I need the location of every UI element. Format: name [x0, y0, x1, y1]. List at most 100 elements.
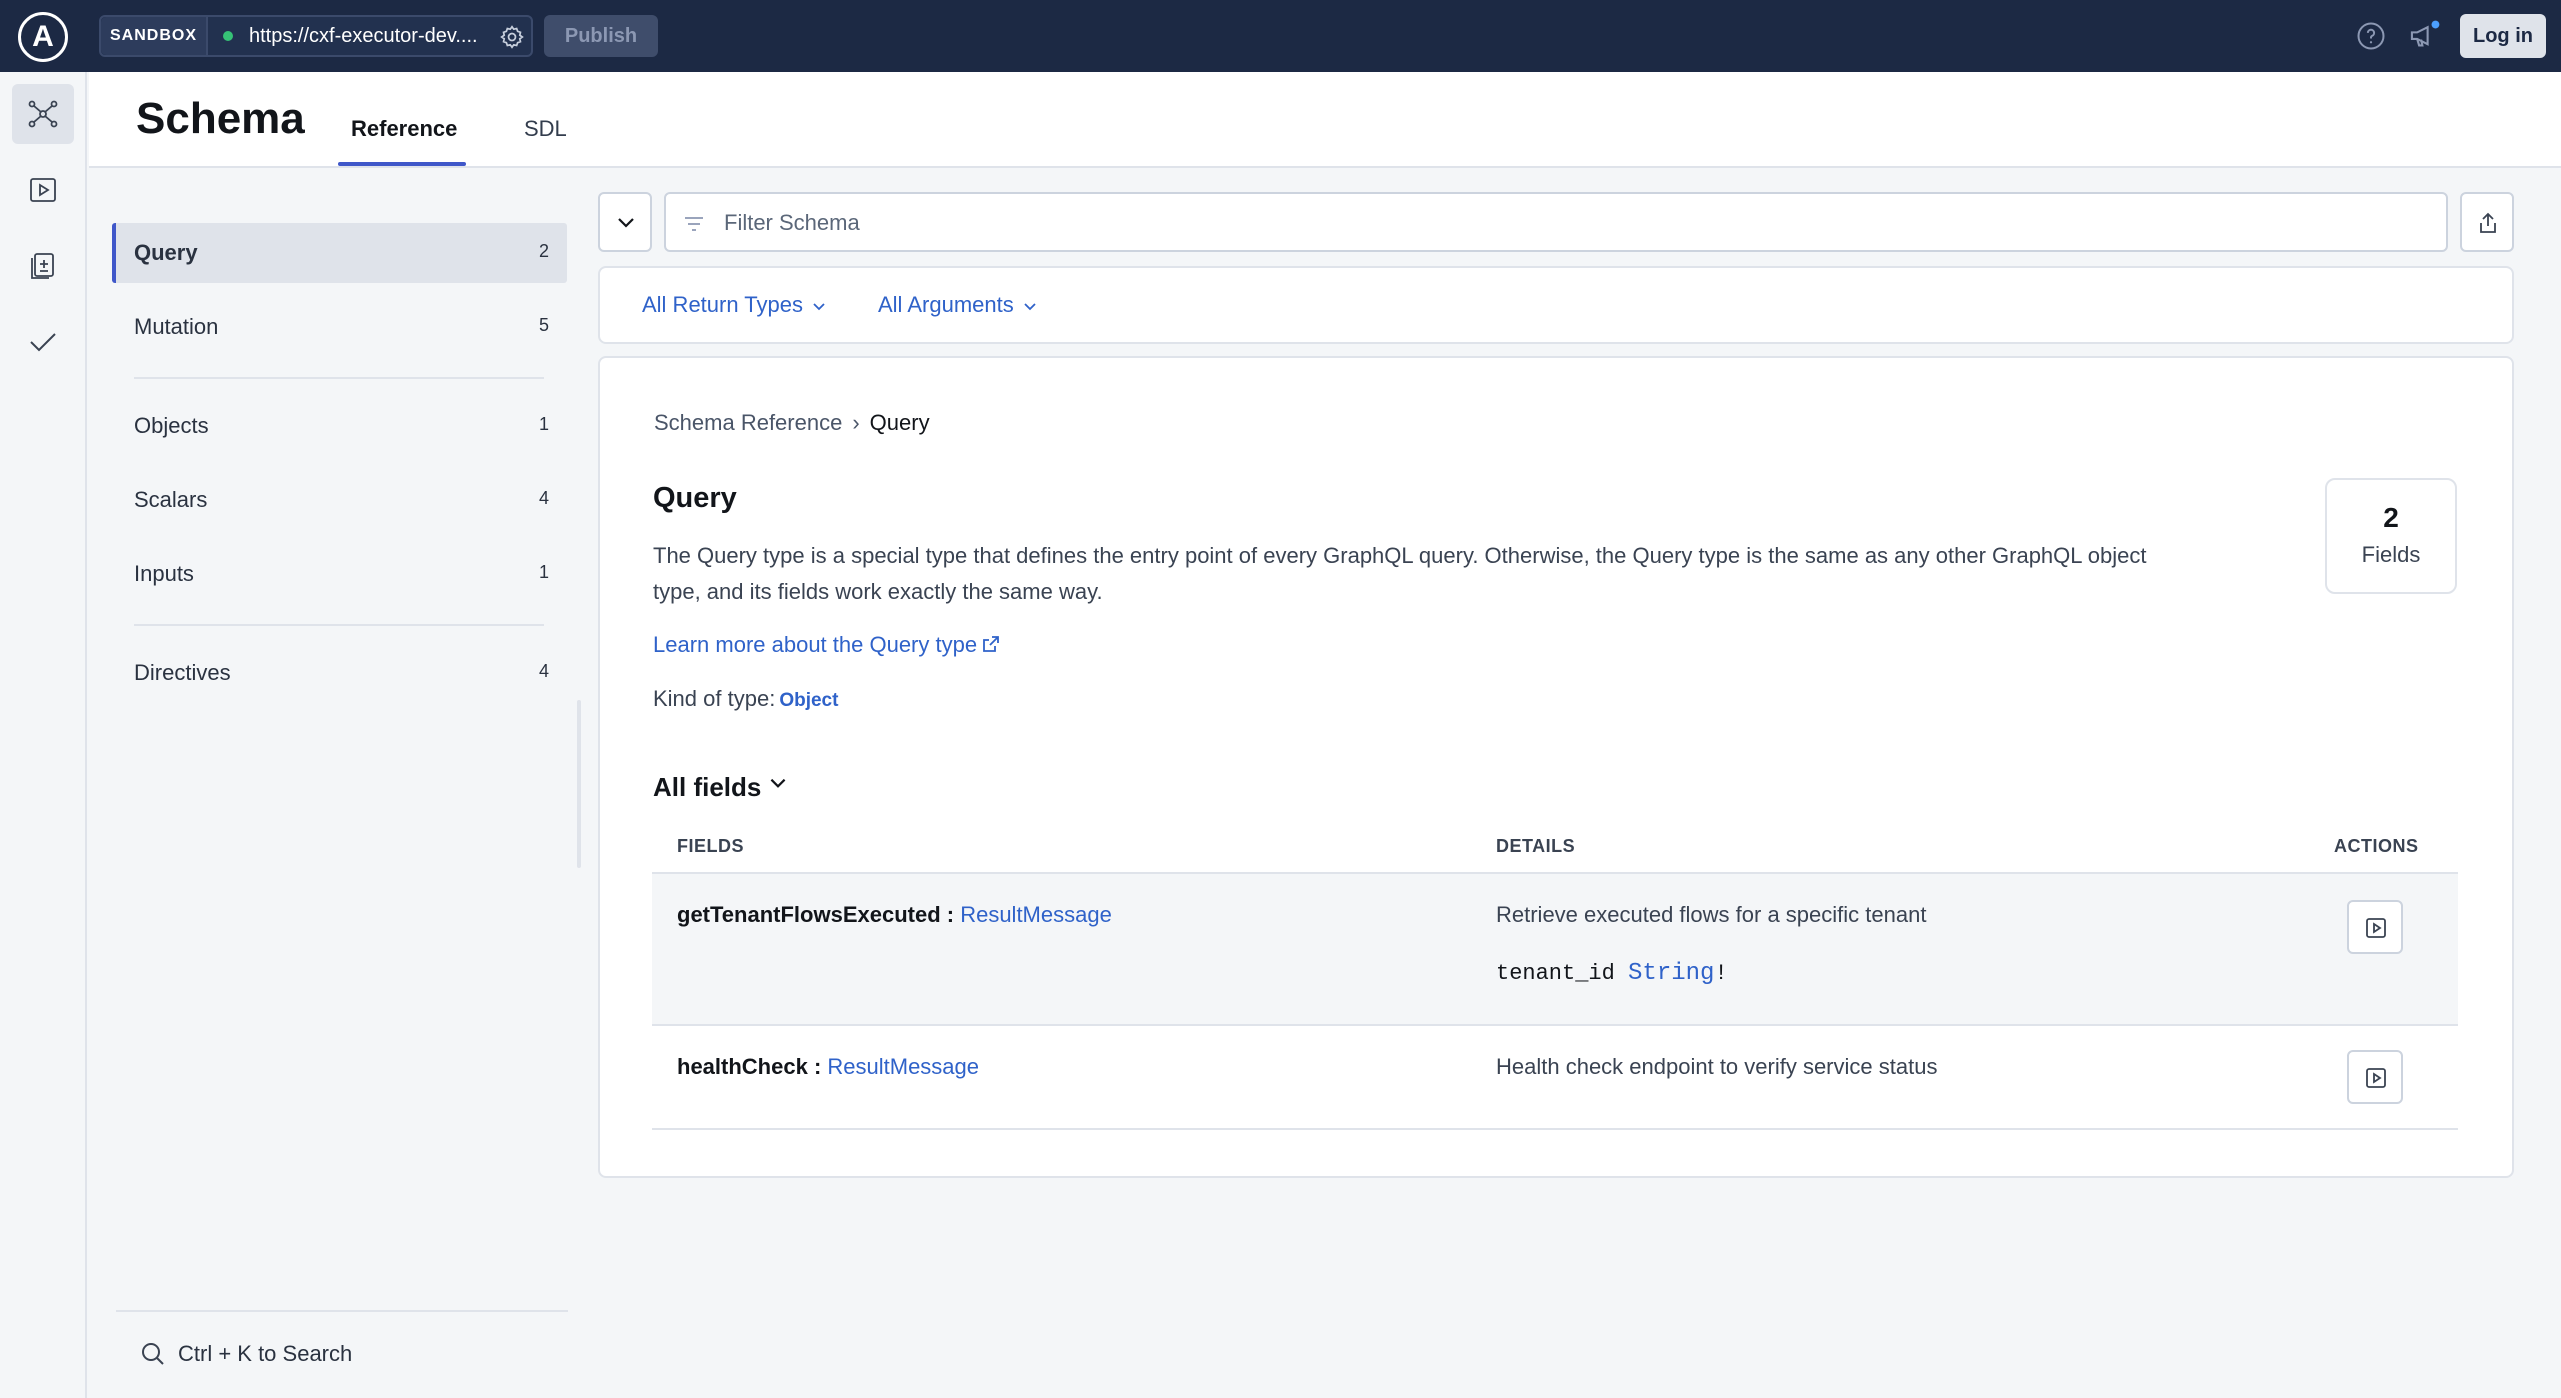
fields-count-badge: 2 Fields	[2325, 478, 2457, 594]
field-signature: getTenantFlowsExecuted : ResultMessage	[677, 902, 1112, 928]
arguments-dropdown[interactable]: All Arguments	[878, 292, 1038, 318]
learn-more-link[interactable]: Learn more about the Query type	[653, 632, 1001, 658]
help-icon[interactable]	[2356, 21, 2386, 51]
field-description: Retrieve executed flows for a specific t…	[1496, 902, 1927, 927]
table-row: healthCheck : ResultMessage Health check…	[652, 1026, 2458, 1130]
type-title: Query	[653, 482, 737, 514]
endpoint-url[interactable]: https://cxf-executor-dev....	[249, 17, 491, 55]
argument-name: tenant_id	[1496, 961, 1615, 986]
sidebar-item-mutation[interactable]: Mutation 5	[112, 297, 567, 357]
sidebar-scrollbar[interactable]	[577, 700, 581, 868]
connection-status-icon	[223, 31, 233, 41]
sidebar-item-count: 1	[538, 414, 549, 434]
field-return-type-link[interactable]: ResultMessage	[827, 1054, 979, 1079]
sidebar-item-label: Inputs	[134, 561, 194, 586]
sidebar-item-label: Scalars	[134, 487, 208, 512]
field-name: healthCheck	[677, 1054, 808, 1079]
return-types-dropdown[interactable]: All Return Types	[642, 292, 827, 318]
breadcrumb-current: Query	[869, 410, 930, 435]
sidebar-item-directives[interactable]: Directives 4	[112, 643, 567, 703]
page-title: Schema	[136, 94, 305, 143]
breadcrumb-root[interactable]: Schema Reference	[654, 410, 842, 435]
field-description: Health check endpoint to verify service …	[1496, 1054, 1938, 1079]
sidebar-divider	[116, 1310, 568, 1312]
login-button[interactable]: Log in	[2460, 14, 2546, 58]
sidebar-item-count: 2	[538, 241, 549, 261]
search-icon	[142, 1343, 164, 1365]
argument-type-link[interactable]: String	[1628, 960, 1714, 987]
field-separator: :	[807, 1054, 828, 1079]
argument-required-marker: !	[1714, 961, 1728, 986]
field-separator: :	[940, 902, 961, 927]
share-button[interactable]	[2460, 192, 2514, 252]
schema-icon	[28, 100, 58, 128]
sidebar-item-inputs[interactable]: Inputs 1	[112, 544, 567, 604]
sidebar-item-count: 4	[538, 661, 549, 681]
learn-more-text: Learn more about the Query type	[653, 632, 978, 657]
sidebar-item-scalars[interactable]: Scalars 4	[112, 470, 567, 530]
endpoint-selector[interactable]: SANDBOX https://cxf-executor-dev....	[99, 15, 533, 57]
return-types-label: All Return Types	[642, 292, 804, 317]
field-name: getTenantFlowsExecuted	[677, 902, 941, 927]
rail-schema-button[interactable]	[12, 84, 74, 144]
tab-sdl[interactable]: SDL	[524, 116, 567, 142]
play-icon	[30, 178, 56, 202]
kind-of-type: Kind of type: Object	[653, 686, 838, 712]
column-header-actions: ACTIONS	[2334, 836, 2419, 856]
announcement-icon[interactable]	[2408, 18, 2442, 52]
sidebar-item-objects[interactable]: Objects 1	[112, 396, 567, 456]
rail-launches-button[interactable]	[12, 312, 74, 372]
breadcrumb: Schema Reference › Query	[654, 410, 930, 436]
chevron-down-icon	[813, 303, 825, 311]
filter-options-bar: All Return Types All Arguments	[598, 266, 2514, 344]
tab-reference[interactable]: Reference	[351, 116, 457, 142]
field-signature: healthCheck : ResultMessage	[677, 1054, 979, 1080]
fields-count-value: 2	[2383, 502, 2399, 533]
search-hint-text: Ctrl + K to Search	[178, 1341, 353, 1366]
sidebar-item-label: Objects	[134, 413, 209, 438]
run-field-button[interactable]	[2347, 900, 2403, 954]
column-header-fields: FIELDS	[677, 836, 745, 856]
collapse-sidebar-button[interactable]	[598, 192, 652, 252]
check-icon	[30, 333, 56, 352]
breadcrumb-separator: ›	[852, 410, 860, 435]
field-argument: tenant_id String!	[1496, 960, 1728, 987]
sandbox-badge: SANDBOX	[101, 17, 208, 55]
sidebar-item-label: Directives	[134, 660, 231, 685]
play-icon	[2366, 918, 2386, 938]
sidebar-divider	[134, 624, 544, 626]
chevron-down-icon	[770, 778, 786, 788]
rail-explorer-button[interactable]	[12, 160, 74, 220]
chevron-down-icon	[1024, 303, 1036, 311]
rail-checks-button[interactable]	[12, 236, 74, 296]
filter-schema-field[interactable]	[664, 192, 2448, 252]
sidebar-item-count: 5	[538, 315, 549, 335]
filter-icon	[685, 217, 703, 231]
apollo-logo-icon[interactable]: A	[18, 12, 68, 62]
sidebar-item-count: 1	[538, 562, 549, 582]
sidebar-item-count: 4	[538, 488, 549, 508]
chevron-down-icon	[618, 218, 634, 228]
left-nav-rail	[0, 72, 87, 1398]
active-tab-indicator	[338, 162, 466, 166]
table-row: getTenantFlowsExecuted : ResultMessage R…	[652, 874, 2458, 1026]
all-fields-toggle[interactable]: All fields	[653, 772, 789, 803]
play-icon	[2366, 1068, 2386, 1088]
column-header-details: DETAILS	[1496, 836, 1576, 856]
sidebar-divider	[134, 377, 544, 379]
share-icon	[2480, 212, 2496, 233]
field-return-type-link[interactable]: ResultMessage	[960, 902, 1112, 927]
sidebar-item-label: Mutation	[134, 314, 219, 339]
top-bar: A SANDBOX https://cxf-executor-dev.... P…	[0, 0, 2561, 72]
kind-value: Object	[779, 690, 839, 711]
filter-schema-input[interactable]	[724, 206, 2424, 240]
arguments-label: All Arguments	[878, 292, 1014, 317]
all-fields-label: All fields	[653, 772, 762, 802]
gear-icon[interactable]	[499, 24, 525, 50]
publish-button[interactable]: Publish	[544, 15, 658, 57]
sidebar-item-label: Query	[134, 240, 198, 265]
clipboard-icon	[31, 253, 54, 279]
sidebar-item-query[interactable]: Query 2	[112, 223, 567, 283]
external-link-icon	[983, 636, 999, 652]
run-field-button[interactable]	[2347, 1050, 2403, 1104]
